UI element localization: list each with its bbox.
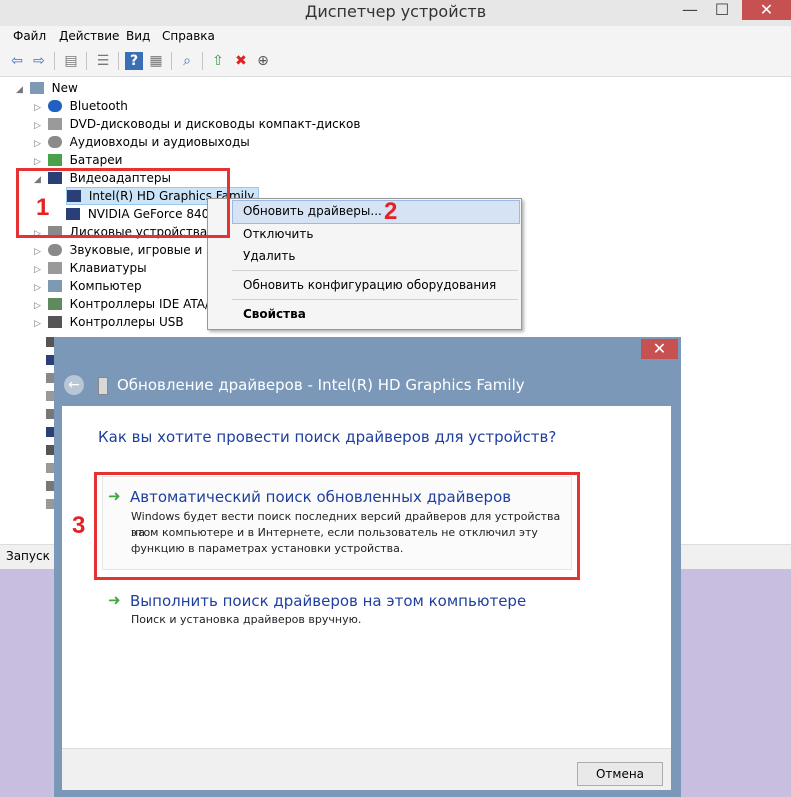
menu-scan-hardware[interactable]: Обновить конфигурацию оборудования [243,275,496,295]
tree-item-label: Контроллеры IDE ATA/AT [69,297,224,311]
toolbar-divider [86,52,87,70]
menu-view[interactable]: Вид [126,29,150,43]
tree-item-dvd[interactable]: ▷ DVD-дисководы и дисководы компакт-диск… [34,115,360,133]
dialog-question: Как вы хотите провести поиск драйверов д… [98,428,557,446]
uninstall-icon[interactable]: ✖ [232,52,250,70]
tree-item-audio-io[interactable]: ▷ Аудиовходы и аудиовыходы [34,133,250,151]
option-auto-desc-3: функцию в параметрах установки устройств… [131,542,404,555]
back-icon[interactable]: ⇦ [8,52,26,70]
tree-item-label: Клавиатуры [69,261,147,275]
menu-file[interactable]: Файл [13,29,46,43]
tree-item-computer[interactable]: ▷ Компьютер [34,277,142,295]
close-button[interactable]: ✕ [742,0,791,20]
tree-item-bluetooth[interactable]: ▷ Bluetooth [34,97,128,115]
option-auto-search[interactable]: ➜ Автоматический поиск обновленных драйв… [108,486,568,566]
hidden-tree-items [34,333,58,513]
annotation-number-2: 2 [384,198,398,225]
tree-item-label: Bluetooth [69,99,128,113]
dvd-drive-icon [47,118,62,130]
menu-action[interactable]: Действие [59,29,119,43]
dialog-close-button[interactable]: ✕ [641,339,678,359]
collapse-arrow-icon: ◢ [16,85,23,95]
forward-icon[interactable]: ⇨ [30,52,48,70]
menu-uninstall[interactable]: Удалить [243,246,296,266]
tree-item-keyboards[interactable]: ▷ Клавиатуры [34,259,147,277]
tree-item-label: Аудиовходы и аудиовыходы [69,135,250,149]
menu-update-drivers[interactable]: Обновить драйверы... [243,201,382,221]
ide-controller-icon [47,298,62,310]
option-manual-title: Выполнить поиск драйверов на этом компью… [130,592,527,610]
computer-icon [29,82,44,94]
minimize-button[interactable]: — [676,0,704,20]
option-auto-title: Автоматический поиск обновленных драйвер… [130,488,512,506]
option-manual-search[interactable]: ➜ Выполнить поиск драйверов на этом комп… [108,590,568,630]
battery-icon [47,154,62,166]
tree-root-label: New [51,81,78,95]
context-menu-separator [232,299,518,300]
sound-icon [47,244,62,256]
tree-item-label: Контроллеры USB [69,315,184,329]
annotation-number-3: 3 [72,512,86,539]
tree-item-usb[interactable]: ▷ Контроллеры USB [34,313,184,331]
bluetooth-icon [47,100,62,112]
toolbar-divider [54,52,55,70]
keyboard-icon [47,262,62,274]
help-icon[interactable]: ? [125,52,143,70]
green-arrow-icon: ➜ [108,487,121,505]
computer-icon [47,280,62,292]
maximize-button[interactable]: ☐ [708,0,736,20]
menu-help[interactable]: Справка [162,29,215,43]
tree-root[interactable]: ◢ New [16,79,78,97]
toolbar-divider [202,52,203,70]
cancel-button[interactable]: Отмена [577,762,663,786]
usb-icon [47,316,62,328]
window-title: Диспетчер устройств [304,2,487,21]
green-arrow-icon: ➜ [108,591,121,609]
menu-disable[interactable]: Отключить [243,224,313,244]
tree-item-batteries[interactable]: ▷ Батареи [34,151,122,169]
tree-item-label: Батареи [69,153,123,167]
expand-arrow-icon: ▷ [34,319,41,329]
tree-item-sound[interactable]: ▷ Звуковые, игровые и вид [34,241,229,259]
tree-item-ide[interactable]: ▷ Контроллеры IDE ATA/AT [34,295,224,313]
tree-view-icon[interactable]: ▦ [147,52,165,70]
toolbar-divider [118,52,119,70]
properties-view-icon[interactable]: ▤ [62,52,80,70]
tree-item-label: Звуковые, игровые и вид [69,243,230,257]
speaker-icon [47,136,62,148]
option-manual-desc: Поиск и установка драйверов вручную. [131,613,362,626]
back-arrow-icon[interactable]: ← [64,375,84,395]
context-menu-separator [232,270,518,271]
tree-item-label: Компьютер [69,279,142,293]
option-auto-desc-2: этом компьютере и в Интернете, если поль… [131,526,538,539]
device-icon [98,377,108,395]
menu-properties[interactable]: Свойства [243,304,306,324]
list-icon[interactable]: ☰ [94,52,112,70]
tree-item-label: DVD-дисководы и дисководы компакт-дисков [69,117,361,131]
annotation-number-1: 1 [36,194,50,221]
update-driver-icon[interactable]: ⇧ [209,52,227,70]
scan-hardware-icon[interactable]: ⌕ [178,52,196,70]
dialog-title: Обновление драйверов - Intel(R) HD Graph… [117,376,525,394]
enable-device-icon[interactable]: ⊕ [254,52,272,70]
toolbar-divider [171,52,172,70]
